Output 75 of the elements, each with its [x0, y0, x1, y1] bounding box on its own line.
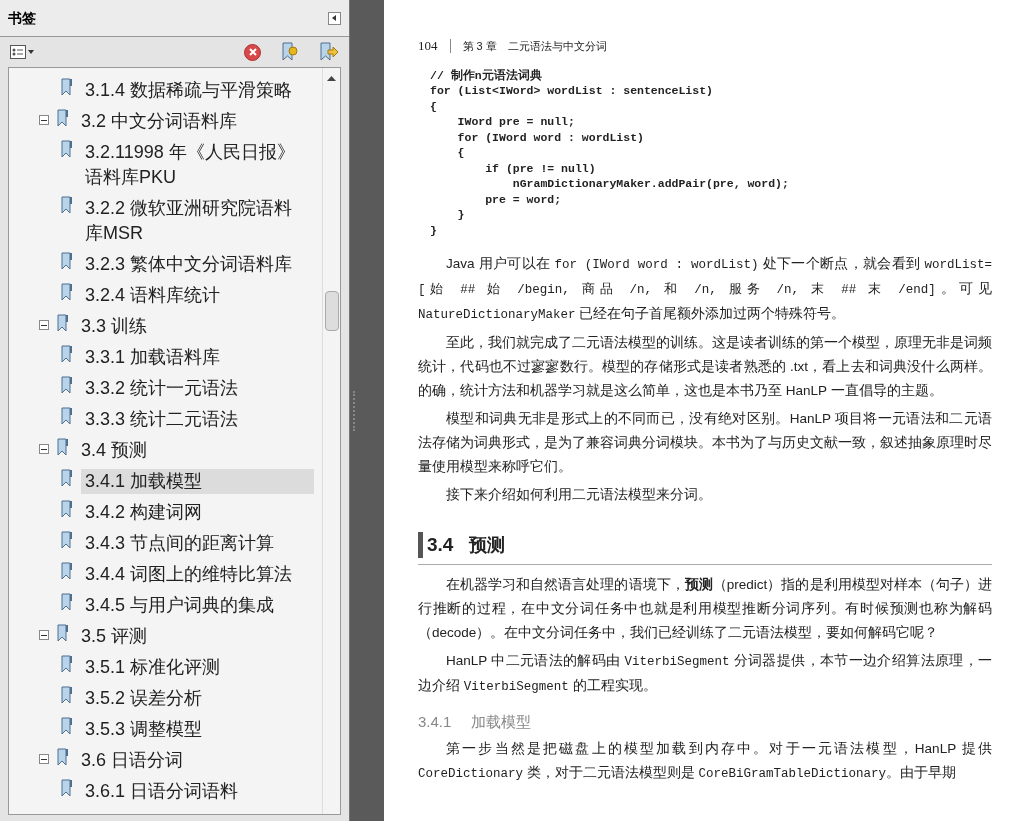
bookmark-icon	[61, 140, 73, 158]
bookmark-item[interactable]: 3.5.2 误差分析	[81, 686, 207, 711]
options-button[interactable]	[10, 45, 34, 59]
bookmark-item[interactable]: 3.5.1 标准化评测	[81, 655, 225, 680]
paragraph: 第一步当然是把磁盘上的模型加载到内存中。对于一元语法模型，HanLP 提供 CoreDictionary 类，对于二元语法模型则是 CoreBiGramTableDictionary。由于早期	[418, 740, 992, 783]
bookmark-item[interactable]: 3.4.5 与用户词典的集成	[81, 593, 279, 618]
bookmark-icon	[61, 376, 73, 394]
paragraph: 至此，我们就完成了二元语法模型的训练。这是读者训练的第一个模型，原理无非是词频统计，代码也不过寥寥数行。模型的存储形式是读者熟悉的 .txt，看上去和词典没什么两样。的确，统计方法和机器学习就是这么简单，这也是本书乃至 HanLP 一直倡导的主题。	[418, 334, 992, 400]
new-bookmark-icon[interactable]	[281, 42, 299, 62]
bookmark-item[interactable]: 3.3 训练	[77, 314, 152, 339]
section-title: 预测	[469, 533, 506, 557]
bookmark-icon	[61, 196, 73, 214]
bookmark-item[interactable]: 3.4.2 构建词网	[81, 500, 207, 525]
section-number: 3.4	[427, 533, 454, 557]
bookmark-icon	[61, 686, 73, 704]
subsection-title: 加载模型	[471, 711, 532, 732]
bookmark-icon	[61, 252, 73, 270]
bookmark-icon	[57, 438, 69, 456]
paragraph: Java 用户可以在 for (IWord word : wordList) 处下一个断点，就会看到 wordList=[始 ## 始 /begin, 商品 /n, 和 /n, 服务 /n, 末 ## 末 /end]。可见 NatureDictionaryMaker 已经在句子首尾额外添加过两个特殊符号。	[418, 255, 992, 324]
bookmark-item[interactable]: 3.3.3 统计二元语法	[81, 407, 243, 432]
bookmark-icon	[61, 283, 73, 301]
bookmark-item[interactable]: 3.2.3 繁体中文分词语料库	[81, 252, 297, 277]
code-listing: // 制作n元语法词典 for (List<IWord> wordList : sentenceList) { IWord pre = null; for (IWord word : wordList) { if (pre != null) nGramDictionaryMaker.addPair(pre, word); pre = word; } }	[429, 67, 790, 238]
caret-icon	[332, 15, 337, 21]
bookmark-icon	[61, 78, 73, 96]
caret-icon	[28, 50, 34, 54]
bookmark-icon	[61, 469, 73, 487]
splitter-handle[interactable]	[353, 390, 356, 431]
collapse-toggle[interactable]	[39, 115, 49, 125]
scroll-up-icon[interactable]	[327, 76, 336, 81]
paragraph: 模型和词典无非是形式上的不同而已，没有绝对区别。HanLP 项目将一元语法和二元语法存储为词典形式，是为了兼容词典分词模块。本书为了与历史文献一致，叙述抽象原理时尽量使用模型来称呼它们。	[418, 410, 992, 476]
bookmark-icon	[61, 593, 73, 611]
collapse-toggle[interactable]	[39, 320, 49, 330]
collapse-toggle[interactable]	[39, 630, 49, 640]
bookmark-icon	[61, 407, 73, 425]
collapse-toggle[interactable]	[39, 754, 49, 764]
bookmark-item[interactable]: 3.1.4 数据稀疏与平滑策略	[81, 78, 297, 103]
bookmark-item[interactable]: 3.5 评测	[77, 624, 152, 649]
running-head: 第 3 章 二元语法与中文分词	[462, 38, 607, 54]
bookmark-item[interactable]: 3.2.11998 年《人民日报》语料库PKU	[81, 140, 314, 190]
bookmark-icon	[61, 655, 73, 673]
bookmark-item[interactable]: 3.6 日语分词	[77, 748, 188, 773]
collapse-panel-button[interactable]	[328, 11, 341, 25]
section-marker	[418, 532, 423, 559]
bookmark-icon	[57, 748, 69, 766]
bookmark-item[interactable]: 3.2.2 微软亚洲研究院语料库MSR	[81, 196, 314, 246]
bookmark-item[interactable]: 3.4.3 节点间的距离计算	[81, 531, 279, 556]
bookmark-icon	[61, 345, 73, 363]
paragraph: 接下来介绍如何利用二元语法模型来分词。	[445, 486, 713, 504]
bookmark-icon	[61, 531, 73, 549]
bookmark-icon	[61, 779, 73, 797]
subsection-number: 3.4.1	[418, 711, 452, 732]
bookmark-icon	[57, 314, 69, 332]
bookmark-item[interactable]: 3.5.3 调整模型	[81, 717, 207, 742]
bookmark-item[interactable]: 3.4.4 词图上的维特比算法	[81, 562, 297, 587]
bookmark-icon	[61, 717, 73, 735]
bookmark-item[interactable]: 3.4 预测	[77, 438, 152, 463]
bookmark-item[interactable]: 3.2 中文分词语料库	[77, 109, 242, 134]
bookmark-icon	[57, 624, 69, 642]
bookmark-item[interactable]: 3.3.2 统计一元语法	[81, 376, 243, 401]
bookmark-item[interactable]: 3.2.4 语料库统计	[81, 283, 225, 308]
delete-icon[interactable]	[244, 43, 261, 61]
bookmark-item[interactable]: 3.3.1 加载语料库	[81, 345, 225, 370]
paragraph: 在机器学习和自然语言处理的语境下，预测（predict）指的是利用模型对样本（句子）进行推断的过程，在中文分词任务中也就是利用模型推断分词序列。有时候预测也称为解码（decode）。在中文分词任务中，我们已经训练了二元语法模型，要如何解码它呢？	[418, 575, 992, 642]
page-number: 104	[418, 37, 438, 55]
panel-title: 书签	[8, 8, 36, 28]
bookmark-icon	[61, 562, 73, 580]
paragraph: HanLP 中二元语法的解码由 ViterbiSegment 分词器提供，本节一边介绍算法原理，一边介绍 ViterbiSegment 的工程实现。	[418, 651, 992, 696]
bookmark-item[interactable]: 3.4.1 加载模型	[81, 469, 314, 494]
collapse-toggle[interactable]	[39, 444, 49, 454]
scroll-thumb[interactable]	[324, 291, 339, 331]
bookmark-icon	[61, 500, 73, 518]
bookmark-arrow-icon[interactable]	[319, 42, 339, 62]
bookmark-icon	[57, 109, 69, 127]
bookmark-item[interactable]: 3.6.1 日语分词语料	[81, 779, 243, 804]
